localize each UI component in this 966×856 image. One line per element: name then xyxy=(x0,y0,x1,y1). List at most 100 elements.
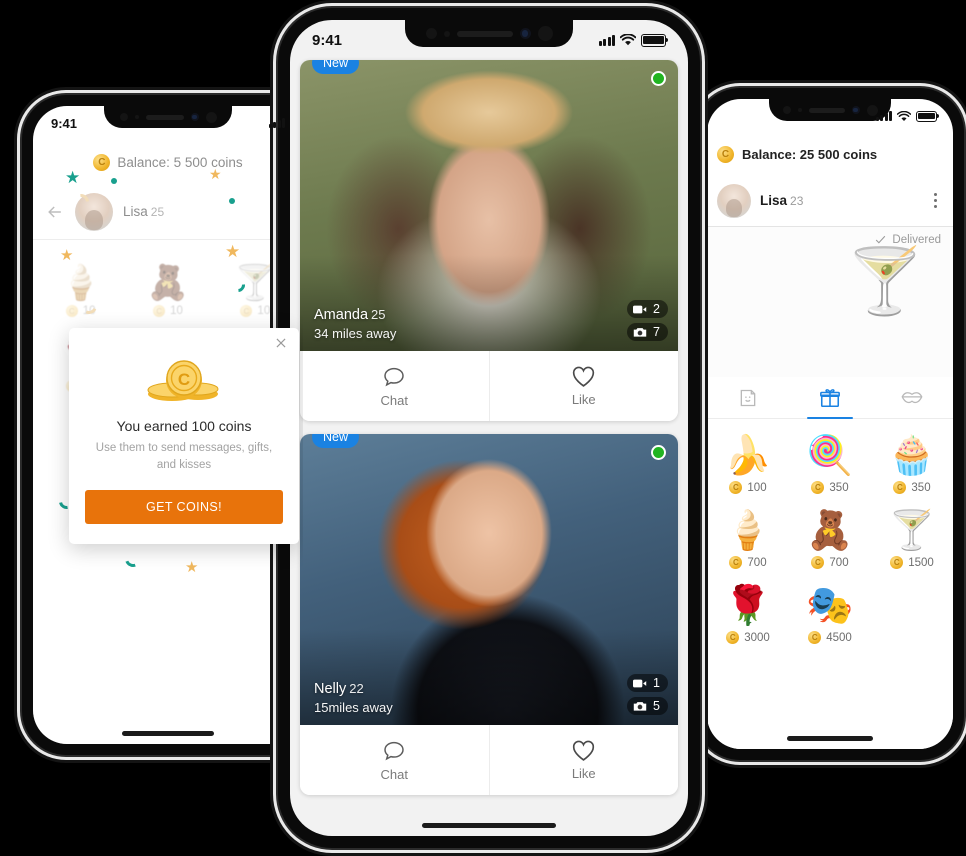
gift-item-lollipop[interactable]: 🍭 C 350 xyxy=(789,425,871,500)
gift-item-cocktail[interactable]: 🍸 C 1500 xyxy=(871,500,953,575)
tab-gifts[interactable] xyxy=(789,377,871,419)
get-coins-button[interactable]: GET COINS! xyxy=(85,490,283,525)
gift-price: C 700 xyxy=(729,556,767,569)
video-icon xyxy=(633,305,647,313)
close-icon[interactable] xyxy=(274,336,288,350)
chat-bubble-icon xyxy=(384,741,405,760)
kebab-menu-icon[interactable] xyxy=(928,187,943,214)
home-indicator[interactable] xyxy=(122,731,214,736)
earned-coins-modal: C You earned 100 coins Use them to send … xyxy=(69,328,299,545)
home-indicator[interactable] xyxy=(787,736,873,741)
avatar xyxy=(75,192,113,231)
left-contact-name: Lisa 25 xyxy=(123,204,165,219)
modal-title: You earned 100 coins xyxy=(116,418,252,434)
like-button[interactable]: Like xyxy=(488,725,679,795)
tab-stickers[interactable] xyxy=(707,377,789,418)
sticker-icon xyxy=(740,389,756,406)
screenshot-stage: 9:41 C Balance: 5 500 coins Lisa 25 🍦 C … xyxy=(0,0,966,856)
gift-item-mask[interactable]: 🎭 C 4500 xyxy=(789,575,871,650)
like-button[interactable]: Like xyxy=(488,351,679,421)
right-contact-row[interactable]: Lisa 23 xyxy=(707,175,953,227)
cupcake-icon: 🧁 xyxy=(888,435,936,477)
gift-cocktail-icon: 🍸 xyxy=(845,245,925,317)
media-counts: 2 7 xyxy=(627,300,668,341)
profile-photo[interactable]: New Nelly 22 15miles away 1 5 xyxy=(300,434,678,725)
coin-icon: C xyxy=(811,481,825,494)
right-balance-bar: C Balance: 25 500 coins xyxy=(707,133,953,175)
profile-feed[interactable]: New Amanda 25 34 miles away 2 7 Chat Lik… xyxy=(290,60,688,836)
status-time: 9:41 xyxy=(312,31,343,49)
status-badge: New xyxy=(312,434,360,448)
gift-shop-grid: 🍌 C 100 🍭 C 350 🧁 C 350 🍦 C 700 🧸 C 700 … xyxy=(707,419,953,749)
center-phone-screen: 9:41 New Amanda 25 34 miles away 2 7 Cha… xyxy=(290,20,688,836)
chat-bubble-icon xyxy=(384,367,405,386)
right-status-bar: 9:41 xyxy=(707,99,953,133)
gift-type-tabs xyxy=(707,377,953,419)
gift-price: C 4500 xyxy=(808,631,852,644)
profile-photo[interactable]: New Amanda 25 34 miles away 2 7 xyxy=(300,60,678,351)
coin-icon: C xyxy=(717,145,734,163)
video-count-badge: 1 xyxy=(627,674,668,692)
card-actions: Chat Like xyxy=(300,725,678,795)
left-contact-row[interactable]: Lisa 25 xyxy=(33,184,303,240)
photo-count-badge: 7 xyxy=(627,323,668,341)
gift-item-rose[interactable]: 🌹 C 3000 xyxy=(707,575,789,650)
coins-stack-icon: C xyxy=(145,358,223,406)
profile-info: Nelly 22 15miles away xyxy=(314,681,393,715)
right-balance-label: Balance: 25 500 coins xyxy=(742,146,878,162)
status-icons xyxy=(268,118,285,128)
gift-price: C 10 xyxy=(65,305,96,317)
heart-icon xyxy=(573,366,595,387)
gift-icon: 🧸 xyxy=(146,264,190,302)
coin-icon: C xyxy=(726,631,740,644)
chat-button[interactable]: Chat xyxy=(300,351,489,421)
left-status-bar: 9:41 xyxy=(33,106,303,140)
gift-item-cupcake[interactable]: 🧁 C 350 xyxy=(871,425,953,500)
center-phone-mockup: 9:41 New Amanda 25 34 miles away 2 7 Cha… xyxy=(278,8,700,848)
wifi-icon xyxy=(620,34,636,46)
list-item[interactable]: 🍦 C 10 xyxy=(37,252,124,327)
left-balance-label: Balance: 5 500 coins xyxy=(117,154,243,170)
profile-info: Amanda 25 34 miles away xyxy=(314,307,396,341)
card-actions: Chat Like xyxy=(300,351,678,421)
chat-message-pane: Delivered 🍸 xyxy=(707,227,953,377)
online-indicator-icon xyxy=(651,71,666,86)
gift-price: C 10 xyxy=(153,305,183,317)
cellular-bars-icon xyxy=(268,118,285,128)
banana-icon: 🍌 xyxy=(724,435,772,477)
battery-icon xyxy=(641,33,668,47)
video-count-badge: 2 xyxy=(627,300,668,318)
gift-price: C 3000 xyxy=(726,631,770,644)
gift-price: C 350 xyxy=(811,481,849,494)
cellular-bars-icon xyxy=(598,34,615,46)
profile-name: Amanda 25 xyxy=(314,307,386,323)
left-phone-screen: 9:41 C Balance: 5 500 coins Lisa 25 🍦 C … xyxy=(33,106,303,744)
list-item[interactable]: 🧸 C 10 xyxy=(124,252,211,327)
tab-kisses[interactable] xyxy=(871,377,953,418)
profile-distance: 15miles away xyxy=(314,700,393,715)
cellular-bars-icon xyxy=(875,111,892,121)
photo-count-badge: 5 xyxy=(627,697,668,715)
gift-item-empty xyxy=(871,575,953,650)
icecream-icon: 🍦 xyxy=(724,510,772,552)
video-icon xyxy=(633,679,647,687)
status-time: 9:41 xyxy=(51,115,78,131)
lips-icon xyxy=(901,392,923,404)
profile-card-nelly[interactable]: New Nelly 22 15miles away 1 5 Chat Like xyxy=(300,434,678,795)
profile-card-amanda[interactable]: New Amanda 25 34 miles away 2 7 Chat Lik… xyxy=(300,60,678,421)
heart-icon xyxy=(573,740,595,761)
gift-price: C 100 xyxy=(729,481,767,494)
center-status-bar: 9:41 xyxy=(290,20,688,60)
chat-button[interactable]: Chat xyxy=(300,725,489,795)
gift-item-banana[interactable]: 🍌 C 100 xyxy=(707,425,789,500)
gift-item-teddy[interactable]: 🧸 C 700 xyxy=(789,500,871,575)
home-indicator[interactable] xyxy=(422,823,556,828)
online-indicator-icon xyxy=(651,445,666,460)
coin-icon: C xyxy=(729,481,743,494)
back-arrow-icon[interactable] xyxy=(45,202,65,222)
right-phone-mockup: 9:41 C Balance: 25 500 coins xyxy=(696,88,964,760)
coin-icon: C xyxy=(65,305,78,317)
coin-icon: C xyxy=(811,556,825,569)
avatar xyxy=(717,183,751,218)
gift-item-icecream[interactable]: 🍦 C 700 xyxy=(707,500,789,575)
